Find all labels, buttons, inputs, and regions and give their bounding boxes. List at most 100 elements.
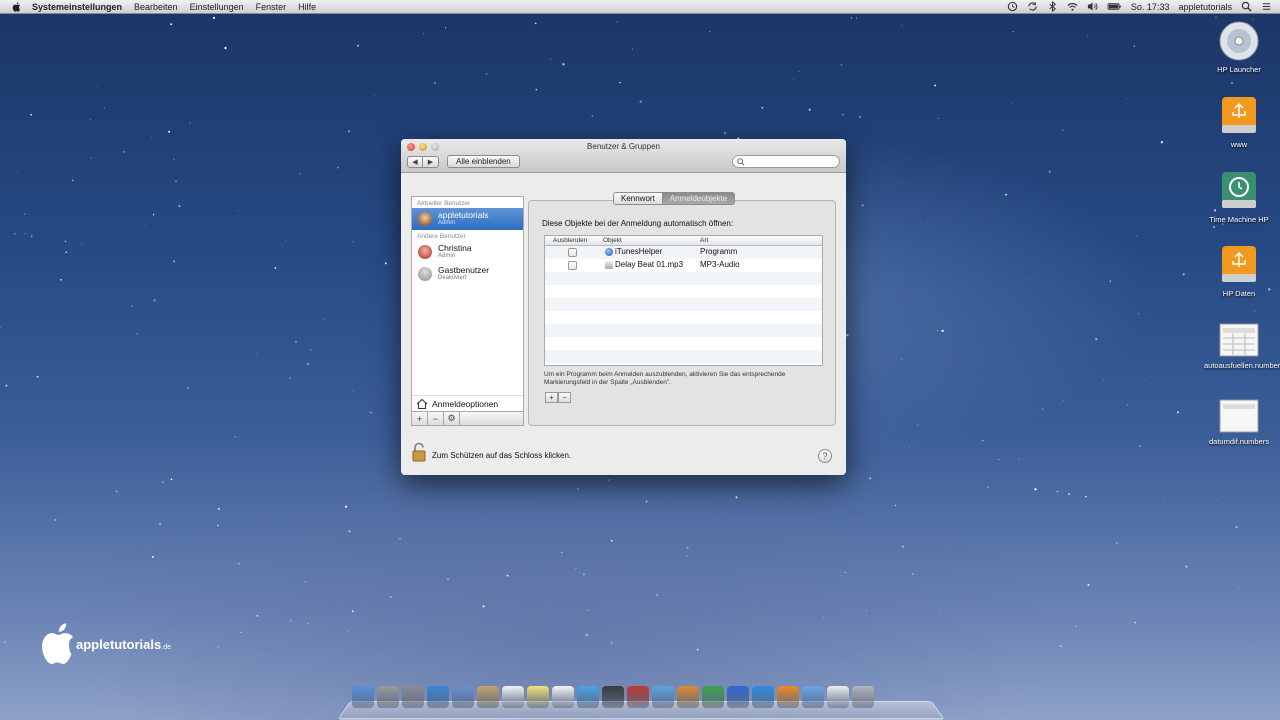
star [485, 73, 488, 75]
appstore-icon[interactable] [752, 686, 774, 708]
star [861, 204, 864, 207]
user-row-appletutorials[interactable]: appletutorials Admin [412, 208, 523, 230]
menu-user[interactable]: appletutorials [1178, 2, 1232, 12]
apple-menu-icon[interactable] [12, 1, 22, 12]
star [1087, 35, 1088, 37]
cd-icon [1219, 21, 1259, 61]
menu-einstellungen[interactable]: Einstellungen [190, 2, 244, 12]
messages-icon[interactable] [577, 686, 599, 708]
login-options-item[interactable]: Anmeldeoptionen [412, 395, 523, 411]
notes-icon[interactable] [527, 686, 549, 708]
star [64, 240, 66, 242]
star [1087, 583, 1090, 586]
table-row[interactable]: Delay Beat 01.mp3 MP3-Audio [545, 259, 822, 272]
safari-icon[interactable] [427, 686, 449, 708]
sync-icon[interactable] [1027, 1, 1038, 12]
star [686, 546, 689, 549]
calendar-icon[interactable] [502, 686, 524, 708]
star [285, 239, 287, 241]
menu-fenster[interactable]: Fenster [256, 2, 287, 12]
remove-item-button[interactable]: − [558, 392, 571, 403]
tab-kennwort[interactable]: Kennwort [613, 192, 663, 205]
table-row[interactable]: iTunesHelper Programm [545, 246, 822, 259]
add-user-button[interactable]: + [412, 412, 428, 425]
remove-user-button[interactable]: − [428, 412, 444, 425]
desktop-icon-hp-launcher[interactable]: HP Launcher [1204, 20, 1274, 74]
gear-icon[interactable]: ⚙ [444, 412, 460, 425]
star [289, 377, 292, 379]
add-item-button[interactable]: + [545, 392, 558, 403]
star [1136, 235, 1138, 238]
star [97, 85, 99, 87]
search-field[interactable] [732, 155, 840, 168]
numbers-icon[interactable] [702, 686, 724, 708]
mail-icon[interactable] [802, 686, 824, 708]
keynote-icon[interactable] [727, 686, 749, 708]
notification-center-icon[interactable] [1261, 1, 1272, 12]
tab-anmeldeobjekte[interactable]: Anmeldeobjekte [662, 192, 736, 205]
contacts-icon[interactable] [477, 686, 499, 708]
preview-icon[interactable] [452, 686, 474, 708]
star [377, 147, 379, 148]
desktop-icon-autoausfuellen[interactable]: autoausfuellen.numbers [1204, 322, 1280, 370]
lock-icon[interactable] [411, 442, 427, 462]
wifi-icon[interactable] [1067, 1, 1078, 12]
star [1005, 193, 1007, 196]
star [735, 496, 738, 499]
menu-clock[interactable]: So. 17:33 [1131, 2, 1170, 12]
star [616, 21, 618, 23]
system-prefs-icon[interactable] [402, 686, 424, 708]
launchpad-icon[interactable] [377, 686, 399, 708]
bluetooth-icon[interactable] [1047, 1, 1058, 12]
star [577, 488, 579, 490]
back-button[interactable]: ◀ [407, 156, 423, 168]
menu-hilfe[interactable]: Hilfe [298, 2, 316, 12]
desktop-icon-www[interactable]: www [1204, 95, 1274, 149]
reminders-icon[interactable] [552, 686, 574, 708]
star [434, 82, 437, 85]
facetime-icon[interactable] [602, 686, 624, 708]
star [506, 574, 509, 577]
star [115, 490, 118, 493]
star [89, 118, 91, 120]
trash-icon[interactable] [852, 686, 874, 708]
desktop-icon-hp-daten[interactable]: HP Daten [1204, 244, 1274, 298]
volume-icon[interactable] [1087, 1, 1098, 12]
star [798, 70, 800, 72]
forward-button[interactable]: ▶ [423, 156, 439, 168]
hide-checkbox[interactable] [568, 261, 577, 270]
user-row-christina[interactable]: Christina Admin [412, 241, 523, 263]
menu-app-name[interactable]: Systemeinstellungen [32, 2, 122, 12]
star [1215, 16, 1217, 18]
help-button[interactable]: ? [818, 449, 832, 463]
star [1235, 526, 1238, 529]
user-row-gastbenutzer[interactable]: Gastbenutzer Deaktiviert [412, 263, 523, 285]
star [189, 122, 191, 124]
empty-row [545, 311, 822, 324]
star [65, 251, 67, 253]
menu-bearbeiten[interactable]: Bearbeiten [134, 2, 178, 12]
show-all-button[interactable]: Alle einblenden [447, 155, 520, 168]
itunes-icon[interactable] [652, 686, 674, 708]
column-ausblenden[interactable]: Ausblenden [553, 237, 587, 244]
pages-icon[interactable] [677, 686, 699, 708]
desktop-icon-time-machine-hp[interactable]: Time Machine HP [1204, 170, 1274, 224]
desktop-icon-datumdif[interactable]: datumdif.numbers [1204, 398, 1274, 446]
spotlight-search-icon[interactable] [1241, 1, 1252, 12]
time-machine-icon[interactable] [1007, 1, 1018, 12]
star [422, 33, 424, 34]
hide-checkbox[interactable] [568, 248, 577, 257]
column-objekt[interactable]: Objekt [603, 237, 622, 244]
column-art[interactable]: Art [700, 237, 708, 244]
finder-icon[interactable] [352, 686, 374, 708]
battery-icon[interactable] [1107, 1, 1122, 12]
document-icon[interactable] [827, 686, 849, 708]
numbers-file-icon [1219, 323, 1259, 357]
star [998, 459, 999, 460]
photobooth-icon[interactable] [627, 686, 649, 708]
guest-avatar-icon [418, 267, 432, 281]
star [1103, 379, 1105, 382]
ibooks-icon[interactable] [777, 686, 799, 708]
star [934, 84, 937, 87]
star [850, 17, 853, 19]
